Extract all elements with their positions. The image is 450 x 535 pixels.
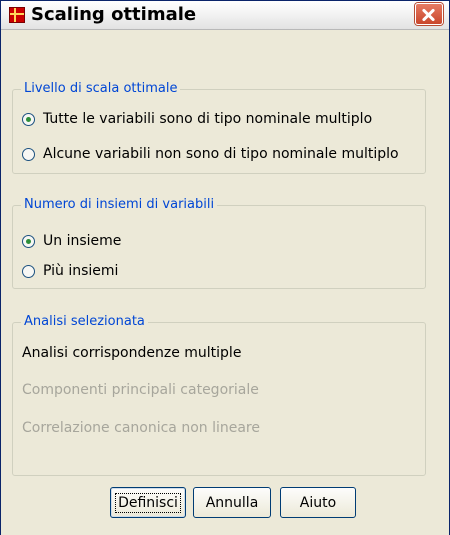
define-button-label: Definisci (115, 492, 181, 513)
help-button-label: Aiuto (299, 494, 337, 511)
radio-indicator (22, 147, 35, 161)
radio-label: Tutte le variabili sono di tipo nominale… (43, 111, 373, 127)
analysis-nonlinear-canonical-correlation: Correlazione canonica non lineare (22, 420, 260, 436)
group-title-sets: Numero di insiemi di variabili (24, 197, 215, 212)
radio-label: Un insieme (43, 233, 122, 249)
dialog-title: Scaling ottimale (31, 4, 197, 25)
cancel-button-label: Annulla (205, 494, 259, 511)
radio-one-set[interactable]: Un insieme (22, 233, 121, 249)
radio-some-not-multiple-nominal[interactable]: Alcune variabili non sono di tipo nomina… (22, 146, 399, 162)
cancel-button[interactable]: Annulla (193, 487, 271, 518)
analysis-categorical-pca: Componenti principali categoriale (22, 382, 259, 398)
spss-app-icon (9, 7, 25, 23)
radio-multiple-sets[interactable]: Più insiemi (22, 263, 118, 279)
radio-indicator-selected (22, 234, 35, 248)
optimal-scaling-dialog: Scaling ottimale Livello di scala ottima… (0, 0, 450, 535)
group-title-level: Livello di scala ottimale (24, 81, 178, 96)
title-bar: Scaling ottimale (1, 1, 449, 30)
radio-indicator (22, 264, 35, 278)
analysis-multiple-correspondence: Analisi corrispondenze multiple (22, 345, 242, 361)
radio-all-multiple-nominal[interactable]: Tutte le variabili sono di tipo nominale… (22, 111, 372, 127)
radio-label: Alcune variabili non sono di tipo nomina… (43, 146, 399, 162)
help-button[interactable]: Aiuto (280, 487, 356, 518)
close-button[interactable] (415, 3, 443, 25)
define-button[interactable]: Definisci (110, 487, 186, 518)
group-title-analysis: Analisi selezionata (24, 314, 145, 329)
radio-label: Più insiemi (43, 263, 119, 279)
dialog-content: Livello di scala ottimale Tutte le varia… (1, 30, 449, 535)
radio-indicator-selected (22, 112, 35, 126)
